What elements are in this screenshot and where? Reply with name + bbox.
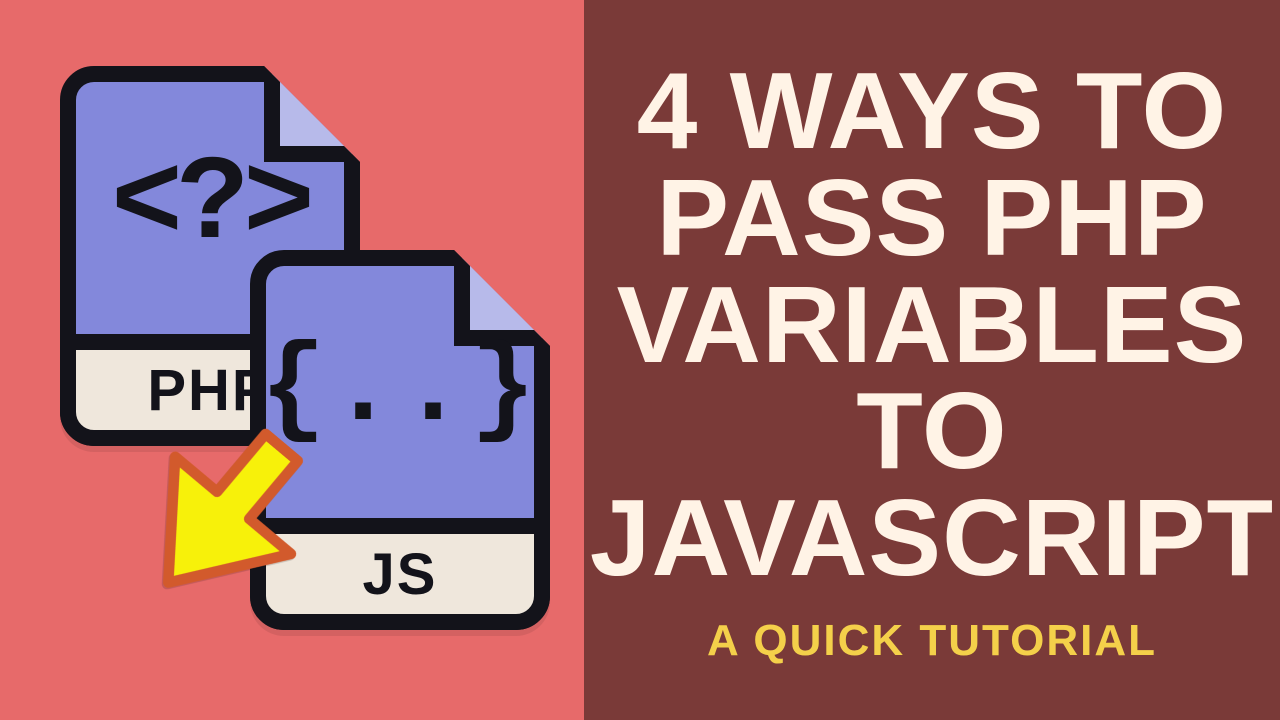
left-panel: <?> PHP {..} JS: [0, 0, 584, 720]
headline-line-4: JAVASCRIPT: [590, 485, 1274, 592]
subtitle: A QUICK TUTORIAL: [707, 616, 1157, 666]
thumbnail-stage: <?> PHP {..} JS 4 WAYS TO PASS PHP VARIA…: [0, 0, 1280, 720]
headline-line-1: 4 WAYS TO: [590, 58, 1274, 165]
right-panel: 4 WAYS TO PASS PHP VARIABLES TO JAVASCRI…: [584, 0, 1280, 720]
headline: 4 WAYS TO PASS PHP VARIABLES TO JAVASCRI…: [590, 58, 1274, 592]
headline-line-3: VARIABLES TO: [590, 272, 1274, 486]
headline-line-2: PASS PHP: [590, 165, 1274, 272]
js-file-label-text: JS: [363, 541, 438, 608]
